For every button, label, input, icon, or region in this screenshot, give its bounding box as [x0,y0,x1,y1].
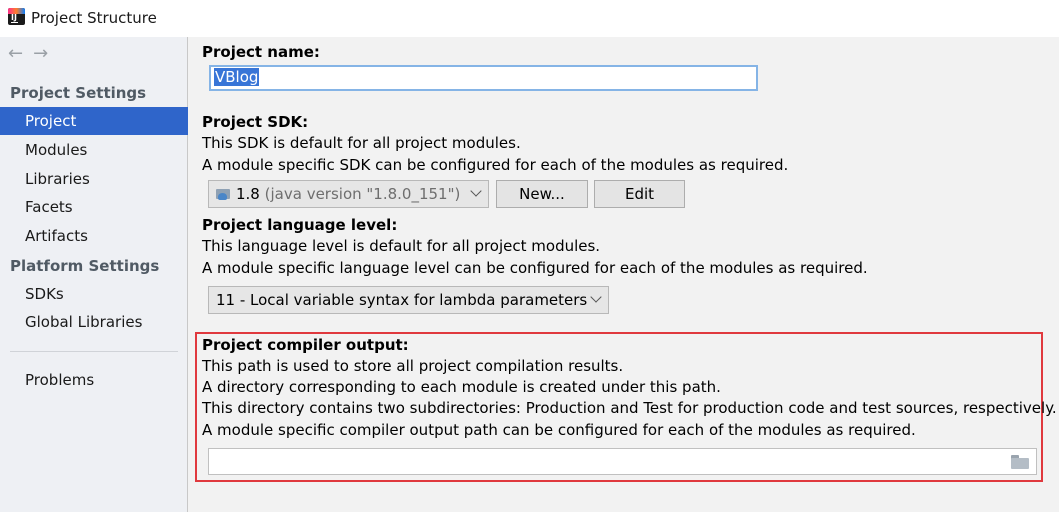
sdk-icon [216,187,232,201]
language-level-desc-2: A module specific language level can be … [202,259,868,277]
compiler-output-desc-4: A module specific compiler output path c… [202,421,916,439]
language-level-value: 11 - Local variable syntax for lambda pa… [216,291,588,309]
folder-icon[interactable] [1011,455,1030,469]
project-settings-header: Project Settings [10,84,147,102]
sidebar-item-sdks[interactable]: SDKs [0,280,188,308]
language-level-dropdown[interactable]: 11 - Local variable syntax for lambda pa… [208,286,609,314]
language-level-desc-1: This language level is default for all p… [202,237,601,255]
sdk-version: 1.8 [236,185,260,203]
edit-sdk-button[interactable]: Edit [594,180,685,208]
chevron-down-icon [590,291,602,303]
sdk-version-detail: (java version "1.8.0_151") [264,185,461,203]
sidebar-item-modules[interactable]: Modules [0,136,188,164]
sidebar-item-project[interactable]: Project [0,107,188,135]
project-sdk-desc-1: This SDK is default for all project modu… [202,134,521,152]
language-level-label: Project language level: [202,216,398,234]
sidebar: ←→ Project Settings Project Modules Libr… [0,37,188,512]
new-sdk-button[interactable]: New... [496,180,588,208]
project-name-value: VBlog [214,68,260,86]
compiler-output-label: Project compiler output: [202,336,409,354]
platform-settings-header: Platform Settings [10,257,160,275]
title-bar: IJ Project Structure [0,0,1059,37]
sidebar-item-artifacts[interactable]: Artifacts [0,222,188,250]
window-title: Project Structure [31,9,157,27]
project-sdk-label: Project SDK: [202,113,309,131]
intellij-app-icon: IJ [8,8,25,25]
compiler-output-path-input[interactable] [208,448,1037,475]
sidebar-item-global-libraries[interactable]: Global Libraries [0,308,188,336]
nav-arrows: ←→ [8,43,58,64]
project-settings-panel: Project name: VBlog Project SDK: This SD… [189,37,1059,512]
project-name-input[interactable]: VBlog [209,65,758,91]
project-sdk-desc-2: A module specific SDK can be configured … [202,156,789,174]
sidebar-item-problems[interactable]: Problems [0,366,188,394]
project-sdk-dropdown[interactable]: 1.8 (java version "1.8.0_151") [208,180,489,208]
back-arrow-icon[interactable]: ← [8,43,33,64]
sidebar-divider [10,351,178,352]
compiler-output-desc-2: A directory corresponding to each module… [202,378,721,396]
chevron-down-icon [470,185,482,197]
compiler-output-desc-3: This directory contains two subdirectori… [202,399,1057,417]
project-name-label: Project name: [202,43,320,61]
sidebar-item-libraries[interactable]: Libraries [0,165,188,193]
sidebar-item-facets[interactable]: Facets [0,193,188,221]
compiler-output-desc-1: This path is used to store all project c… [202,357,624,375]
forward-arrow-icon[interactable]: → [33,43,58,64]
